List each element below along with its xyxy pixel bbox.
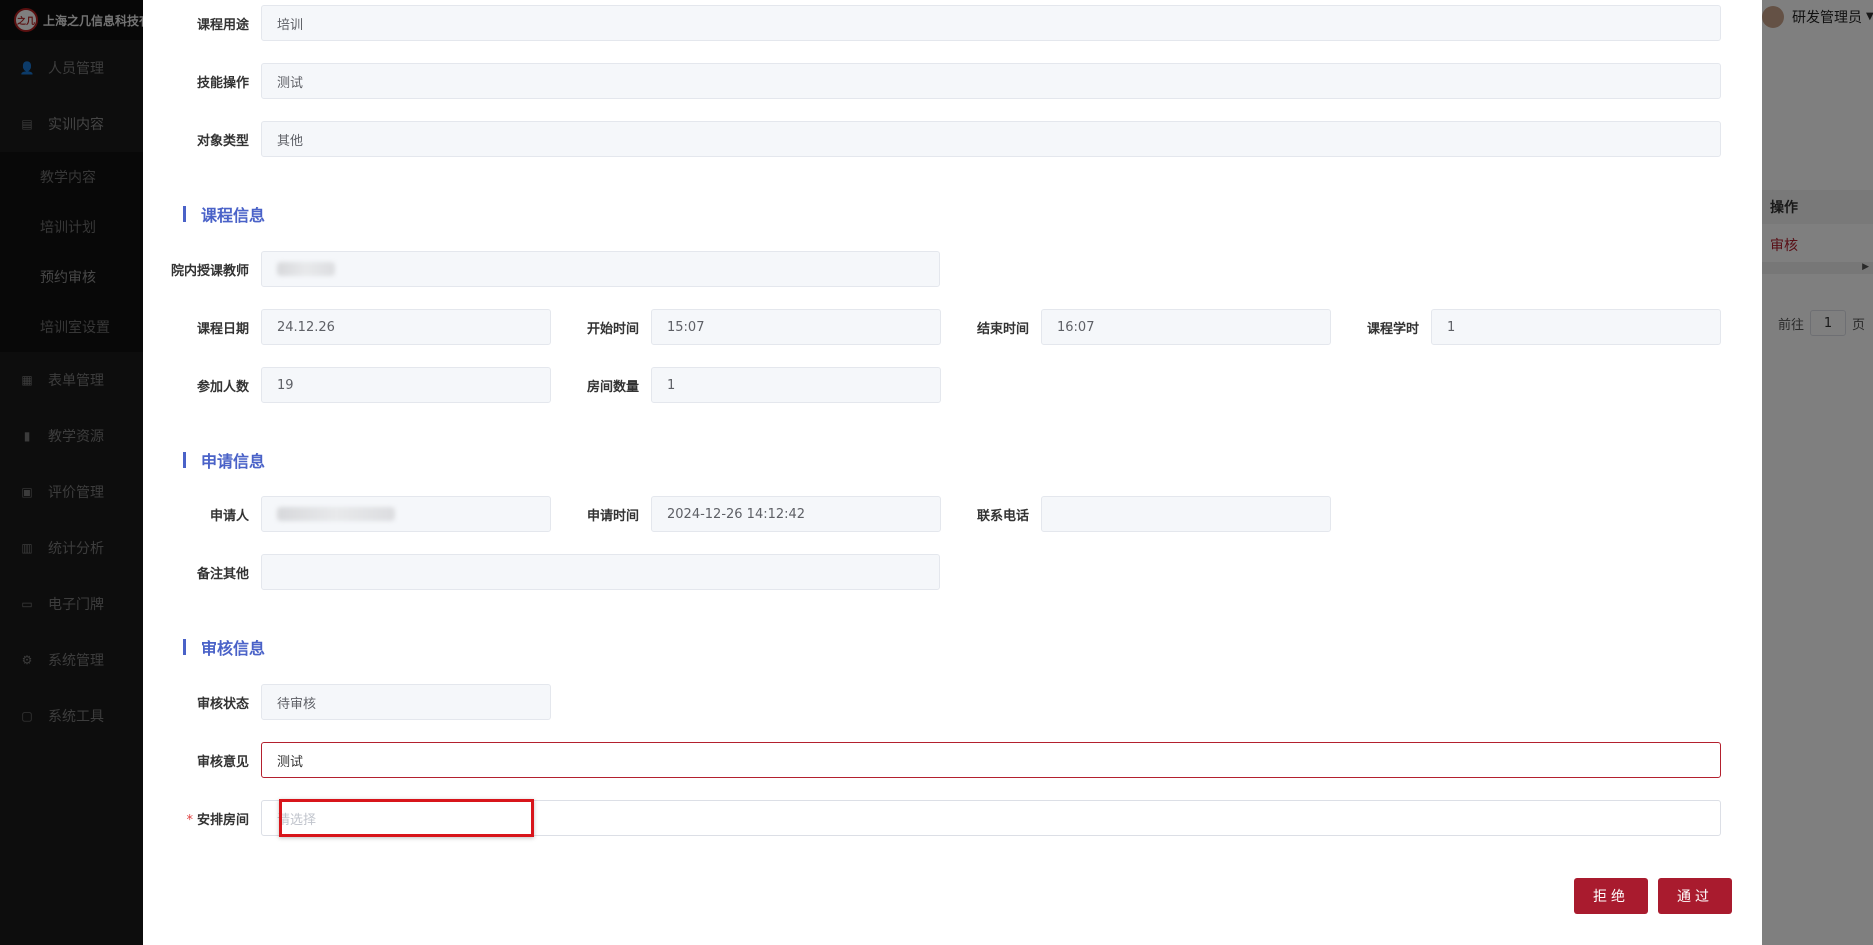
required-mark: * xyxy=(186,812,193,828)
course-hours-label: 课程学时 xyxy=(1366,321,1419,337)
course-date-field: 24.12.26 xyxy=(261,309,551,345)
course-date-label: 课程日期 xyxy=(196,321,249,337)
section-marker xyxy=(183,206,186,222)
annotation-highlight-box xyxy=(279,799,534,837)
course-purpose-label: 课程用途 xyxy=(196,17,249,33)
section-course-info: 课程信息 xyxy=(183,202,265,226)
apply-time-label: 申请时间 xyxy=(586,508,639,524)
section-title: 申请信息 xyxy=(201,452,266,471)
review-status-row: 审核状态 待审核 xyxy=(143,684,551,720)
redacted-value xyxy=(277,262,335,276)
room-count-row: 房间数量 1 xyxy=(533,367,941,403)
review-opinion-row: 审核意见 测试 xyxy=(143,742,1721,778)
start-time-label: 开始时间 xyxy=(586,321,639,337)
section-title: 审核信息 xyxy=(201,639,266,658)
redacted-value xyxy=(277,507,395,521)
course-hours-field: 1 xyxy=(1431,309,1721,345)
section-review-info: 审核信息 xyxy=(183,635,265,659)
arrange-room-label: * 安排房间 xyxy=(143,809,261,828)
review-status-label: 审核状态 xyxy=(196,696,249,712)
participants-row: 参加人数 19 xyxy=(143,367,551,403)
section-marker xyxy=(183,639,186,655)
end-time-field: 16:07 xyxy=(1041,309,1331,345)
course-hours-row: 课程学时 1 xyxy=(1313,309,1721,345)
approve-button[interactable]: 通过 xyxy=(1658,878,1732,914)
section-apply-info: 申请信息 xyxy=(183,448,265,472)
section-title: 课程信息 xyxy=(201,206,266,225)
remarks-label: 备注其他 xyxy=(196,566,249,582)
review-opinion-label: 审核意见 xyxy=(196,754,249,770)
reject-button[interactable]: 拒绝 xyxy=(1574,878,1648,914)
skill-operation-label: 技能操作 xyxy=(196,75,249,91)
course-purpose-row: 课程用途 培训 xyxy=(143,5,1721,41)
room-count-field: 1 xyxy=(651,367,941,403)
start-time-field: 15:07 xyxy=(651,309,941,345)
room-count-label: 房间数量 xyxy=(586,379,639,395)
teacher-row: 院内授课教师 xyxy=(143,251,940,287)
applicant-field xyxy=(261,496,551,532)
apply-time-row: 申请时间 2024-12-26 14:12:42 xyxy=(533,496,941,532)
skill-operation-row: 技能操作 测试 xyxy=(143,63,1721,99)
review-opinion-input[interactable]: 测试 xyxy=(261,742,1721,778)
course-date-row: 课程日期 24.12.26 xyxy=(143,309,551,345)
start-time-row: 开始时间 15:07 xyxy=(533,309,941,345)
phone-label: 联系电话 xyxy=(976,508,1029,524)
apply-time-field: 2024-12-26 14:12:42 xyxy=(651,496,941,532)
review-status-field: 待审核 xyxy=(261,684,551,720)
skill-operation-field: 测试 xyxy=(261,63,1721,99)
modal-overlay-left xyxy=(0,0,143,945)
arrange-room-label-text: 安排房间 xyxy=(196,812,249,828)
end-time-label: 结束时间 xyxy=(976,321,1029,337)
section-marker xyxy=(183,452,186,468)
teacher-label: 院内授课教师 xyxy=(170,263,249,279)
applicant-row: 申请人 xyxy=(143,496,551,532)
phone-row: 联系电话 xyxy=(923,496,1331,532)
object-type-label: 对象类型 xyxy=(196,133,249,149)
object-type-field: 其他 xyxy=(261,121,1721,157)
teacher-field xyxy=(261,251,940,287)
course-purpose-field: 培训 xyxy=(261,5,1721,41)
modal-overlay-right xyxy=(1762,0,1873,945)
phone-field xyxy=(1041,496,1331,532)
participants-label: 参加人数 xyxy=(196,379,249,395)
remarks-row: 备注其他 xyxy=(143,554,940,590)
object-type-row: 对象类型 其他 xyxy=(143,121,1721,157)
end-time-row: 结束时间 16:07 xyxy=(923,309,1331,345)
remarks-field xyxy=(261,554,940,590)
applicant-label: 申请人 xyxy=(209,508,249,524)
participants-field: 19 xyxy=(261,367,551,403)
